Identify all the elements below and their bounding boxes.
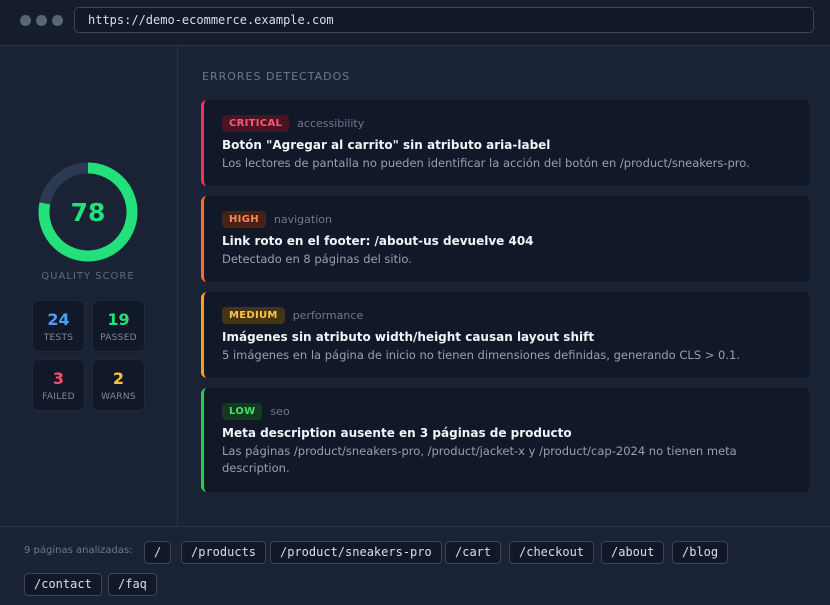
stat-passed-label: PASSED [100, 333, 137, 343]
quality-score-gauge: 78 [38, 162, 138, 262]
page-chip[interactable]: /product/sneakers-pro [270, 541, 442, 564]
error-title: Meta description ausente en 3 páginas de… [222, 426, 572, 440]
page-chip[interactable]: /blog [672, 541, 729, 564]
error-card-critical[interactable]: CRITICAL accessibility Botón "Agregar al… [201, 100, 810, 186]
stat-tests-value: 24 [47, 310, 70, 329]
errors-section-title: ERRORES DETECTADOS [202, 70, 351, 83]
browser-bar: https://demo-ecommerce.example.com [0, 0, 830, 46]
page-chip[interactable]: /products [181, 541, 267, 564]
stat-warns-label: WARNS [101, 392, 136, 402]
stat-passed-value: 19 [107, 310, 130, 329]
severity-badge: MEDIUM [222, 307, 285, 324]
error-card-low[interactable]: LOW seo Meta description ausente en 3 pá… [201, 388, 810, 492]
stat-failed-label: FAILED [42, 392, 75, 402]
error-description: Los lectores de pantalla no pueden ident… [222, 156, 750, 170]
error-title: Link roto en el footer: /about-us devuel… [222, 234, 534, 248]
stat-warns-value: 2 [112, 369, 125, 388]
stat-warns: 2 WARNS [92, 359, 145, 411]
error-description: Las páginas /product/sneakers-pro, /prod… [222, 444, 737, 475]
window-dot-icon[interactable] [52, 15, 63, 26]
error-description: 5 imágenes en la página de inicio no tie… [222, 348, 741, 362]
severity-badge: LOW [222, 403, 263, 420]
stat-tests-label: TESTS [43, 333, 74, 343]
page-chip[interactable]: /contact [24, 573, 102, 596]
stat-failed-value: 3 [52, 369, 65, 388]
error-card-high[interactable]: HIGH navigation Link roto en el footer: … [201, 196, 810, 282]
window-dot-icon[interactable] [20, 15, 31, 26]
stat-failed: 3 FAILED [32, 359, 85, 411]
page-chip[interactable]: /about [601, 541, 665, 564]
error-category: performance [292, 309, 364, 322]
severity-badge: HIGH [222, 211, 266, 228]
page-chip[interactable]: /cart [445, 541, 502, 564]
score-panel: 78 QUALITY SCORE 24 TESTS 19 PASSED 3 FA… [0, 46, 178, 526]
error-title: Botón "Agregar al carrito" sin atributo … [222, 138, 551, 152]
page-chip[interactable]: /faq [108, 573, 157, 596]
error-title: Imágenes sin atributo width/height causa… [222, 330, 595, 344]
error-description: Detectado en 8 páginas del sitio. [222, 252, 412, 266]
score-value: 78 [70, 197, 106, 227]
error-category: navigation [273, 213, 332, 226]
url-bar[interactable]: https://demo-ecommerce.example.com [74, 7, 814, 33]
score-label: QUALITY SCORE [41, 271, 135, 282]
error-category: accessibility [297, 117, 365, 130]
stat-passed: 19 PASSED [92, 300, 145, 352]
pages-footer: 9 páginas analizadas: / /products /produ… [0, 526, 830, 605]
error-card-medium[interactable]: MEDIUM performance Imágenes sin atributo… [201, 292, 810, 378]
error-category: seo [270, 405, 290, 418]
stat-tests: 24 TESTS [32, 300, 85, 352]
page-chip[interactable]: / [144, 541, 172, 564]
severity-badge: CRITICAL [222, 115, 290, 132]
pages-analyzed-label: 9 páginas analizadas: [24, 545, 133, 556]
page-chip[interactable]: /checkout [509, 541, 595, 564]
window-dot-icon[interactable] [36, 15, 47, 26]
